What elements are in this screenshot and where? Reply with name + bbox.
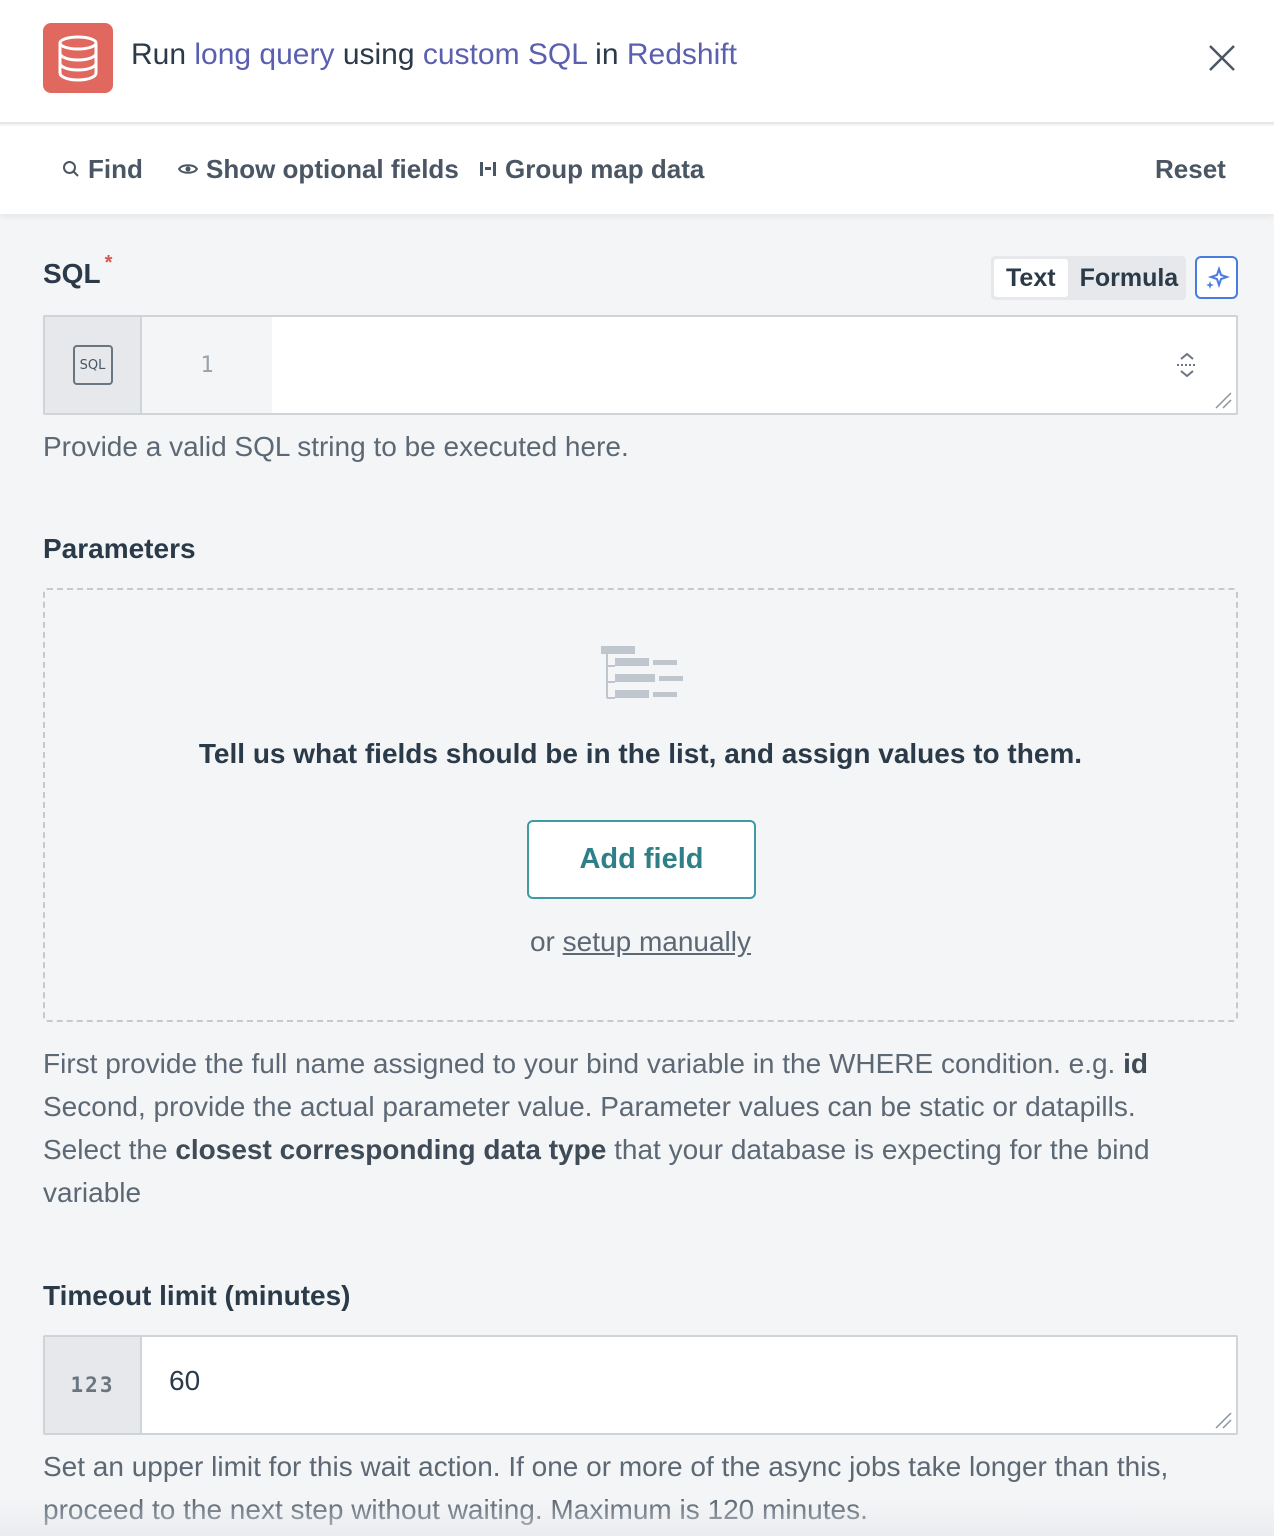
mode-text-option[interactable]: Text — [994, 259, 1068, 297]
help-line: Second, provide the actual parameter val… — [43, 1091, 1136, 1122]
find-button[interactable]: Find — [62, 154, 143, 184]
timeout-input[interactable]: 123 60 — [43, 1335, 1238, 1435]
sql-field-label: SQL * — [43, 252, 112, 290]
help-bold: closest corresponding data type — [175, 1134, 607, 1165]
step-title: Run long query using custom SQL in Redsh… — [131, 38, 737, 72]
title-text: in — [586, 38, 627, 71]
empty-state-message: Tell us what fields should be in the lis… — [198, 738, 1083, 769]
reset-button[interactable]: Reset — [1155, 154, 1226, 185]
sql-badge-text: SQL — [79, 357, 106, 373]
timeout-label: Timeout limit (minutes) — [43, 1280, 351, 1311]
group-map-label: Group map data — [505, 153, 705, 184]
timeout-value: 60 — [169, 1365, 201, 1396]
help-line: Select the — [43, 1134, 168, 1165]
ai-assist-button[interactable] — [1195, 256, 1238, 299]
sql-editor[interactable]: SQL 1 — [43, 315, 1238, 415]
group-map-data-button[interactable]: Group map data — [479, 154, 704, 184]
setup-manually-link[interactable]: setup manually — [563, 926, 751, 957]
number-type-badge: 123 — [45, 1337, 142, 1433]
title-action-link[interactable]: long query — [194, 38, 334, 71]
eye-icon — [178, 164, 198, 174]
close-button[interactable] — [1200, 36, 1244, 80]
title-text: using — [334, 38, 423, 71]
resize-handle-icon[interactable] — [1214, 391, 1232, 409]
database-icon — [43, 23, 113, 93]
line-number-gutter: 1 — [142, 317, 272, 413]
scroll-fade — [0, 1500, 1274, 1536]
title-text: Run — [131, 38, 195, 71]
expand-vertical-icon[interactable] — [1173, 351, 1201, 384]
list-fields-icon — [599, 646, 685, 709]
search-icon — [63, 161, 79, 177]
required-marker: * — [104, 252, 113, 274]
parameters-help-text: First provide the full name assigned to … — [43, 1042, 1238, 1214]
parameters-label: Parameters — [43, 533, 196, 564]
modal-header: Run long query using custom SQL in Redsh… — [0, 0, 1274, 124]
help-line: that your database is expecting for the … — [614, 1134, 1150, 1165]
close-icon — [1209, 45, 1235, 71]
title-app-link[interactable]: Redshift — [627, 38, 737, 71]
help-line: variable — [43, 1177, 142, 1208]
help-line: Set an upper limit for this wait action.… — [43, 1451, 1169, 1482]
add-field-button[interactable]: Add field — [527, 820, 756, 899]
toolbar: Find Show optional fields Group map data… — [0, 126, 1274, 214]
title-method-link[interactable]: custom SQL — [423, 38, 587, 71]
find-label: Find — [88, 153, 143, 184]
or-label: or — [529, 926, 555, 957]
sql-label-text: SQL — [43, 258, 101, 289]
help-line: First provide the full name assigned to … — [43, 1048, 1116, 1079]
line-number: 1 — [200, 352, 214, 378]
number-badge-text: 123 — [70, 1373, 115, 1397]
sql-type-badge: SQL — [45, 317, 142, 413]
resize-handle-icon[interactable] — [1214, 1411, 1232, 1429]
parameters-empty-state: Tell us what fields should be in the lis… — [43, 588, 1238, 1022]
setup-manually-line: or setup manually — [45, 926, 1236, 958]
show-optional-fields-button[interactable]: Show optional fields — [178, 154, 459, 184]
sql-help-text: Provide a valid SQL string to be execute… — [43, 431, 629, 462]
input-mode-toggle: Text Formula — [991, 256, 1186, 300]
mode-formula-option[interactable]: Formula — [1068, 259, 1191, 297]
group-icon — [480, 162, 496, 176]
help-bold: id — [1123, 1048, 1148, 1079]
show-optional-label: Show optional fields — [206, 153, 459, 184]
sparkle-icon — [1205, 265, 1230, 289]
